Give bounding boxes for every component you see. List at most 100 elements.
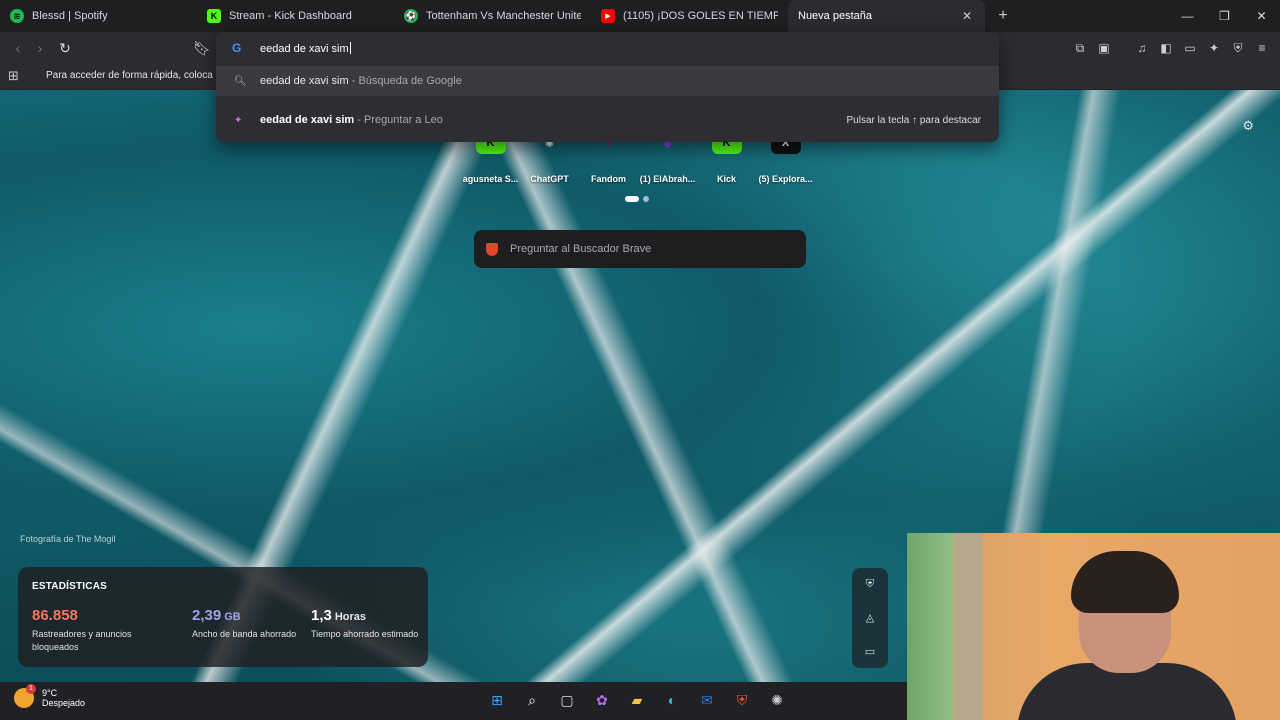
news-icon[interactable]: ▭	[865, 645, 875, 658]
brave-search-placeholder: Preguntar al Buscador Brave	[510, 243, 652, 255]
pager-dot[interactable]	[643, 196, 649, 202]
tab-youtube[interactable]: ▶ (1105) ¡DOS GOLES EN TIEMPO DE D	[591, 0, 788, 32]
weather-condition: Despejado	[42, 698, 86, 708]
search-icon[interactable]: ⌕	[522, 689, 542, 711]
app-icon[interactable]: ✺	[767, 689, 787, 711]
shield-icon[interactable]: ⛨	[866, 578, 874, 591]
stat-value: 86.858	[32, 607, 78, 624]
tab-kick-dashboard[interactable]: K Stream - Kick Dashboard	[197, 0, 394, 32]
weather-temp: 9°C	[42, 688, 58, 698]
tab-title: Blessd | Spotify	[32, 10, 108, 22]
top-sites-pager	[625, 196, 649, 202]
vpn-shield-icon[interactable]: ⛨	[1230, 38, 1246, 58]
bookmark-icon[interactable]: 🔖︎	[192, 38, 212, 58]
tab-tottenham[interactable]: ⚽ Tottenham Vs Manchester United - A	[394, 0, 591, 32]
brave-icon[interactable]: ⛨	[732, 689, 752, 711]
file-explorer-icon[interactable]: ▰	[627, 689, 647, 711]
stat-desc: Tiempo ahorrado estimado	[311, 629, 419, 639]
brave-search-box[interactable]: Preguntar al Buscador Brave	[474, 230, 806, 268]
stat-unit: Horas	[334, 611, 367, 623]
menu-icon[interactable]: ≡	[1254, 38, 1270, 58]
stat-desc: Rastreadores y anuncios bloqueados	[32, 629, 132, 652]
taskbar: 1 9°C Despejado ⊞ ⌕ ▢ ✿ ▰ ◐ ✉ ⛨ ✺	[0, 682, 907, 720]
top-site-label: ChatGPT	[530, 174, 569, 184]
outlook-icon[interactable]: ✉	[697, 689, 717, 711]
toolbar-right-icons: ⧉ ▣ ♫ ◧ ▭ ✦ ⛨ ≡	[1072, 38, 1270, 58]
suggestion-text: eedad de xavi sim - Preguntar a Leo	[260, 114, 443, 126]
suggestion-query: eedad de xavi sim	[260, 75, 349, 87]
leo-icon[interactable]: ✦	[1206, 38, 1222, 58]
stat-trackers: 86.858 Rastreadores y anuncios bloqueado…	[32, 607, 142, 654]
tab-new-tab[interactable]: Nueva pestaña ✕	[788, 0, 985, 32]
suggestion-hint: Pulsar la tecla ↑ para destacar	[846, 114, 981, 126]
stat-bandwidth: 2,39 GB Ancho de banda ahorrado	[192, 607, 302, 641]
weather-widget[interactable]: 1 9°C Despejado	[14, 684, 86, 708]
extensions-icon[interactable]: ⧉	[1072, 38, 1088, 58]
stats-heading: ESTADÍSTICAS	[32, 581, 107, 592]
stat-desc: Ancho de banda ahorrado	[192, 629, 297, 639]
address-bar[interactable]: G eedad de xavi sim	[216, 32, 999, 64]
stat-value: 2,39	[192, 607, 222, 624]
top-site-label: Kick	[716, 174, 736, 184]
minimize-icon[interactable]: —	[1169, 0, 1206, 32]
omnibox-dropdown: G eedad de xavi sim 🔍︎ eedad de xavi sim…	[216, 32, 999, 142]
tab-spotify[interactable]: ≋ Blessd | Spotify	[0, 0, 197, 32]
suggestion-query: eedad de xavi sim	[260, 114, 355, 126]
task-view-icon[interactable]: ▢	[557, 689, 577, 711]
bookmarks-hint: Para acceder de forma rápida, coloca los	[46, 70, 229, 81]
photo-credit: Fotografía de The Mogil	[20, 534, 116, 544]
top-site-label: (1) ElAbrah...	[639, 174, 696, 184]
pager-dot[interactable]	[625, 196, 639, 202]
tab-title: Nueva pestaña	[798, 10, 872, 22]
suggestion-google[interactable]: 🔍︎ eedad de xavi sim - Búsqueda de Googl…	[216, 66, 999, 96]
suggestion-text: eedad de xavi sim - Búsqueda de Google	[260, 75, 462, 87]
stat-time: 1,3 Horas Tiempo ahorrado estimado	[311, 607, 421, 641]
brave-lion-icon	[486, 242, 498, 256]
top-site-label: agusneta S...	[462, 174, 519, 184]
weather-sun-icon: 1	[14, 684, 36, 708]
window-controls: — ❐ ✕	[1169, 0, 1280, 32]
new-tab-button[interactable]: +	[989, 2, 1017, 30]
apps-grid-icon[interactable]: ⊞	[8, 68, 24, 84]
widget-side-buttons: ⛨ ◬ ▭	[852, 568, 888, 668]
suggestion-leo[interactable]: ✦ eedad de xavi sim - Preguntar a Leo Pu…	[216, 105, 999, 135]
stat-unit: GB	[224, 611, 241, 623]
edge-icon[interactable]: ◐	[662, 689, 682, 711]
kick-icon: K	[207, 9, 221, 23]
tab-title: Tottenham Vs Manchester United - A	[426, 10, 581, 22]
tab-title: (1105) ¡DOS GOLES EN TIEMPO DE D	[623, 10, 778, 22]
window-close-icon[interactable]: ✕	[1243, 0, 1280, 32]
tab-search-icon[interactable]: ▣	[1096, 38, 1112, 58]
leo-icon: ✦	[234, 114, 243, 126]
tab-strip: ≋ Blessd | Spotify K Stream - Kick Dashb…	[0, 0, 1280, 32]
spotify-icon: ≋	[10, 9, 24, 23]
windows-start-icon[interactable]: ⊞	[487, 689, 507, 711]
weather-badge: 1	[26, 684, 36, 694]
reload-icon[interactable]: ↻	[55, 38, 75, 58]
sidebar-icon[interactable]: ◧	[1158, 38, 1174, 58]
top-site-label: (5) Explora...	[758, 174, 813, 184]
copilot-icon[interactable]: ✿	[592, 689, 612, 711]
maximize-icon[interactable]: ❐	[1206, 0, 1243, 32]
webcam-door	[955, 533, 983, 720]
back-icon[interactable]: ‹	[8, 38, 28, 58]
youtube-icon: ▶	[601, 9, 615, 23]
football-icon: ⚽	[404, 9, 418, 23]
gear-icon[interactable]: ⚙	[1242, 118, 1254, 134]
stats-widget: ESTADÍSTICAS 86.858 Rastreadores y anunc…	[18, 567, 428, 667]
tab-title: Stream - Kick Dashboard	[229, 10, 352, 22]
close-icon[interactable]: ✕	[959, 8, 975, 24]
address-input[interactable]: eedad de xavi sim	[260, 42, 351, 55]
suggestion-desc: - Búsqueda de Google	[348, 75, 462, 87]
wallet-icon[interactable]: ▭	[1182, 38, 1198, 58]
typed-text: eedad de xavi sim	[260, 43, 349, 55]
search-icon: 🔍︎	[234, 75, 247, 87]
top-site-label: Fandom	[591, 174, 626, 184]
media-icon[interactable]: ♫	[1134, 38, 1150, 58]
vpn-icon[interactable]: ◬	[866, 611, 874, 624]
forward-icon[interactable]: ›	[30, 38, 50, 58]
taskbar-icons: ⊞ ⌕ ▢ ✿ ▰ ◐ ✉ ⛨ ✺	[487, 689, 787, 711]
suggestion-desc: - Preguntar a Leo	[354, 114, 443, 126]
webcam-overlay	[907, 533, 1280, 720]
webcam-person-hair	[1071, 551, 1179, 613]
